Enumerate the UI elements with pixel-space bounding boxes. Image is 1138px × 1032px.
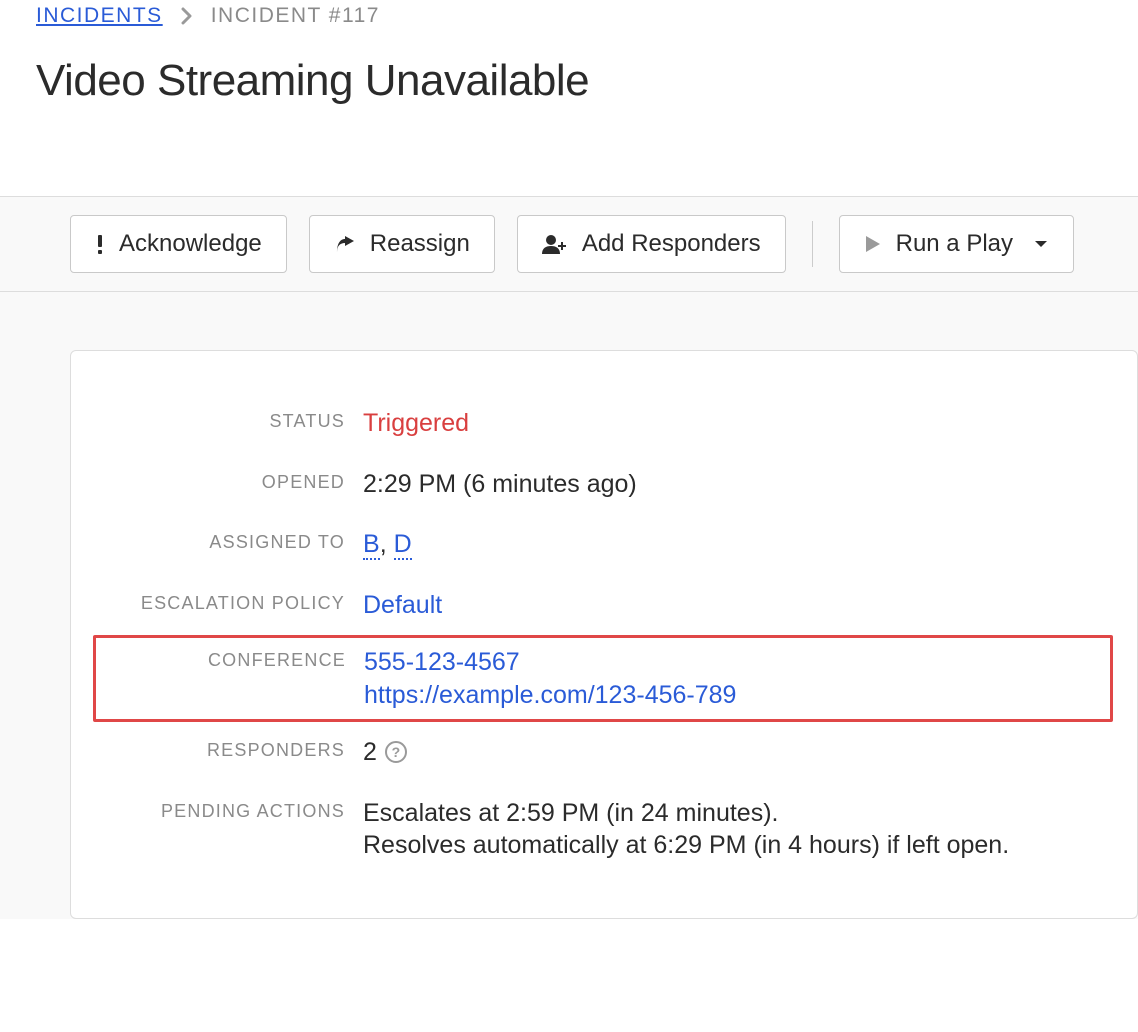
breadcrumb: INCIDENTS INCIDENT #117 <box>36 4 1102 28</box>
assignee-link-d[interactable]: D <box>394 530 412 560</box>
header-region: INCIDENTS INCIDENT #117 Video Streaming … <box>0 0 1138 196</box>
assignee-separator: , <box>380 530 394 558</box>
run-play-button[interactable]: Run a Play <box>839 215 1074 273</box>
status-row: STATUS Triggered <box>95 407 1113 440</box>
assigned-row: ASSIGNED TO B, D <box>95 528 1113 561</box>
page-title: Video Streaming Unavailable <box>36 56 1102 106</box>
toolbar: Acknowledge Reassign Add Responders Run … <box>0 196 1138 292</box>
person-plus-icon <box>542 234 568 254</box>
pending-line-2: Resolves automatically at 6:29 PM (in 4 … <box>363 829 1009 862</box>
assigned-value: B, D <box>363 528 412 561</box>
responders-value: 2 ? <box>363 736 407 769</box>
conference-highlight: CONFERENCE 555-123-4567 https://example.… <box>93 635 1113 722</box>
status-value: Triggered <box>363 407 469 440</box>
escalation-value: Default <box>363 589 442 622</box>
reassign-button[interactable]: Reassign <box>309 215 495 273</box>
share-icon <box>334 234 356 254</box>
add-responders-button[interactable]: Add Responders <box>517 215 786 273</box>
reassign-label: Reassign <box>370 230 470 258</box>
exclamation-icon <box>95 233 105 255</box>
pending-value: Escalates at 2:59 PM (in 24 minutes). Re… <box>363 797 1009 862</box>
escalation-label: ESCALATION POLICY <box>95 589 363 614</box>
opened-label: OPENED <box>95 468 363 493</box>
pending-label: PENDING ACTIONS <box>95 797 363 822</box>
conference-phone-link[interactable]: 555-123-4567 <box>364 646 736 679</box>
acknowledge-button[interactable]: Acknowledge <box>70 215 287 273</box>
breadcrumb-incidents-link[interactable]: INCIDENTS <box>36 4 163 28</box>
incident-details-card: STATUS Triggered OPENED 2:29 PM (6 minut… <box>70 350 1138 919</box>
conference-row: CONFERENCE 555-123-4567 https://example.… <box>96 646 1100 711</box>
status-label: STATUS <box>95 407 363 432</box>
pending-line-1: Escalates at 2:59 PM (in 24 minutes). <box>363 797 1009 830</box>
assignee-link-b[interactable]: B <box>363 530 380 560</box>
breadcrumb-current: INCIDENT #117 <box>211 4 380 28</box>
opened-value: 2:29 PM (6 minutes ago) <box>363 468 637 501</box>
assigned-label: ASSIGNED TO <box>95 528 363 553</box>
escalation-policy-link[interactable]: Default <box>363 591 442 619</box>
conference-label: CONFERENCE <box>96 646 364 671</box>
run-play-label: Run a Play <box>896 230 1013 258</box>
responders-row: RESPONDERS 2 ? <box>95 736 1113 769</box>
content-region: STATUS Triggered OPENED 2:29 PM (6 minut… <box>0 292 1138 919</box>
opened-row: OPENED 2:29 PM (6 minutes ago) <box>95 468 1113 501</box>
responders-count: 2 <box>363 736 377 769</box>
play-icon <box>864 234 882 254</box>
acknowledge-label: Acknowledge <box>119 230 262 258</box>
escalation-row: ESCALATION POLICY Default <box>95 589 1113 622</box>
responders-label: RESPONDERS <box>95 736 363 761</box>
help-icon[interactable]: ? <box>385 741 407 763</box>
add-responders-label: Add Responders <box>582 230 761 258</box>
chevron-right-icon <box>181 7 193 25</box>
pending-row: PENDING ACTIONS Escalates at 2:59 PM (in… <box>95 797 1113 862</box>
conference-value: 555-123-4567 https://example.com/123-456… <box>364 646 736 711</box>
toolbar-divider <box>812 221 813 267</box>
caret-down-icon <box>1033 239 1049 249</box>
conference-url-link[interactable]: https://example.com/123-456-789 <box>364 679 736 712</box>
